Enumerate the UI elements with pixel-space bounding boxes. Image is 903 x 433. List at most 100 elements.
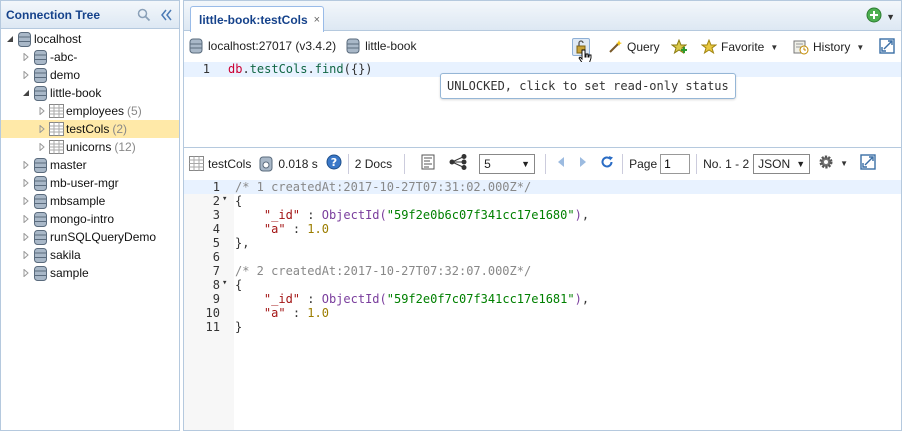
code-token: }, <box>235 236 250 250</box>
favorite-dropdown[interactable]: Favorite ▼ <box>700 36 778 58</box>
tree-item-testcols[interactable]: testCols (2) <box>1 120 179 138</box>
stopwatch-icon <box>257 155 275 173</box>
add-favorite-button[interactable] <box>670 36 691 58</box>
tree-item-employees[interactable]: employees (5) <box>1 102 179 120</box>
query-time-label: 0.018 s <box>278 156 318 171</box>
fold-toggle-icon[interactable]: ▾ <box>222 194 227 204</box>
query-button[interactable]: Query <box>606 36 660 58</box>
collapsed-arrow-icon[interactable] <box>21 71 31 79</box>
collapsed-arrow-icon[interactable] <box>37 143 47 151</box>
code-dot: . <box>242 62 250 76</box>
editor-code-line[interactable]: db.testCols.find({}) <box>228 62 373 76</box>
tree-item-unicorns[interactable]: unicorns (12) <box>1 138 179 156</box>
tree-item-sakila[interactable]: sakila <box>1 246 179 264</box>
toolbar-separator <box>404 153 406 174</box>
tree-item-abc[interactable]: -abc- <box>1 48 179 66</box>
result-settings-dropdown[interactable]: ▼ <box>818 153 848 175</box>
tree-item-little-book[interactable]: little-book <box>1 84 179 102</box>
collection-table-icon <box>48 121 64 137</box>
tree-item-label: sample <box>50 266 89 280</box>
page-size-select[interactable]: 5 ▼ <box>479 153 536 174</box>
collapsed-arrow-icon[interactable] <box>21 269 31 277</box>
result-line-number: 10 <box>205 306 220 320</box>
show-query-button[interactable] <box>421 153 435 175</box>
result-line-text: /* 1 createdAt:2017-10-27T07:31:02.000Z*… <box>235 180 531 194</box>
expanded-arrow-icon[interactable] <box>5 35 15 43</box>
collapsed-arrow-icon[interactable] <box>21 251 31 259</box>
chevron-down-icon: ▼ <box>521 158 531 169</box>
code-token: : <box>300 208 322 222</box>
tab-little-book-testcols[interactable]: little-book:testCols × <box>190 6 324 32</box>
code-token: "59f2e0b6c07f341cc17e1680" <box>386 208 575 222</box>
result-line-text: { <box>235 194 242 208</box>
code-token: "_id" <box>263 208 301 222</box>
toolbar-separator <box>545 153 547 174</box>
fold-toggle-icon[interactable]: ▾ <box>222 278 227 288</box>
maximize-editor-button[interactable] <box>879 36 895 58</box>
tab-menu-chevron-down-icon[interactable]: ▼ <box>886 12 895 22</box>
code-token: , <box>581 208 590 222</box>
collapsed-arrow-icon[interactable] <box>21 179 31 187</box>
result-line: 10 "a" : 1.0 <box>184 306 901 320</box>
expanded-arrow-icon[interactable] <box>21 89 31 97</box>
connection-toolbar: localhost:27017 (v3.4.2) little-book Que… <box>184 31 901 65</box>
tree-item-label: localhost <box>34 32 82 46</box>
code-args: ({}) <box>343 62 373 76</box>
tree-item-label: employees <box>66 104 125 118</box>
code-token: /* 1 createdAt:2017-10-27T07:31:02.000Z*… <box>235 180 532 194</box>
tree-nodes-icon <box>449 154 467 173</box>
collapsed-arrow-icon[interactable] <box>21 197 31 205</box>
collapsed-arrow-icon[interactable] <box>37 107 47 115</box>
view-format-select[interactable]: JSON ▼ <box>753 153 811 174</box>
tree-item-mb-user-mgr[interactable]: mb-user-mgr <box>1 174 179 192</box>
code-token: } <box>235 320 243 334</box>
collapsed-arrow-icon[interactable] <box>21 53 31 61</box>
result-collection-label: testCols <box>208 156 252 171</box>
collapsed-arrow-icon[interactable] <box>21 161 31 169</box>
result-line: 7 /* 2 createdAt:2017-10-27T07:32:07.000Z… <box>184 264 901 278</box>
tree-item-runsqlquerydemo[interactable]: runSQLQueryDemo <box>1 228 179 246</box>
tree-item-label: runSQLQueryDemo <box>50 230 157 244</box>
collapsed-arrow-icon[interactable] <box>37 125 47 133</box>
code-token: ObjectId( <box>321 292 387 306</box>
result-line-text: "_id" : ObjectId("59f2e0f7c07f341cc17e16… <box>235 292 589 306</box>
collapse-panel-icon[interactable] <box>157 6 175 24</box>
tree-item-demo[interactable]: demo <box>1 66 179 84</box>
tree-item-mongo-intro[interactable]: mongo-intro <box>1 210 179 228</box>
code-token: ) <box>574 292 582 306</box>
tree-view-button[interactable] <box>449 153 467 175</box>
maximize-icon <box>879 37 895 57</box>
next-page-button[interactable] <box>578 153 588 175</box>
tab-close-icon[interactable]: × <box>314 14 320 26</box>
tree-item-localhost[interactable]: localhost <box>1 30 179 48</box>
previous-page-button[interactable] <box>556 153 566 175</box>
refresh-icon <box>600 155 614 172</box>
database-icon <box>32 211 48 227</box>
database-icon <box>32 193 48 209</box>
results-json-view[interactable]: 1 /* 1 createdAt:2017-10-27T07:31:02.000Z… <box>184 180 901 430</box>
page-number-input[interactable] <box>660 153 691 174</box>
refresh-button[interactable] <box>600 153 614 175</box>
add-tab-icon[interactable] <box>866 7 882 26</box>
tree-item-master[interactable]: master <box>1 156 179 174</box>
tree-item-sample[interactable]: sample <box>1 264 179 282</box>
result-collection: testCols <box>187 153 251 175</box>
result-line: 2 ▾ { <box>184 194 901 208</box>
tree-item-mbsample[interactable]: mbsample <box>1 192 179 210</box>
collapsed-arrow-icon[interactable] <box>21 215 31 223</box>
collapsed-arrow-icon[interactable] <box>21 233 31 241</box>
gear-icon <box>818 154 834 173</box>
database-icon <box>344 37 362 55</box>
maximize-results-button[interactable] <box>860 153 876 175</box>
database-icon <box>32 85 48 101</box>
connection-tree-list: localhost -abc-demo little-book employees (5… <box>1 29 179 282</box>
history-dropdown[interactable]: History ▼ <box>792 36 864 58</box>
search-icon[interactable] <box>135 6 153 24</box>
explain-help-button[interactable]: ? <box>326 153 342 175</box>
chevron-down-icon: ▼ <box>840 159 849 168</box>
record-range: No. 1 - 2 <box>703 156 750 171</box>
code-collection: testCols <box>249 62 308 76</box>
tree-item-label: mb-user-mgr <box>50 176 119 190</box>
tree-item-label: little-book <box>50 86 102 100</box>
